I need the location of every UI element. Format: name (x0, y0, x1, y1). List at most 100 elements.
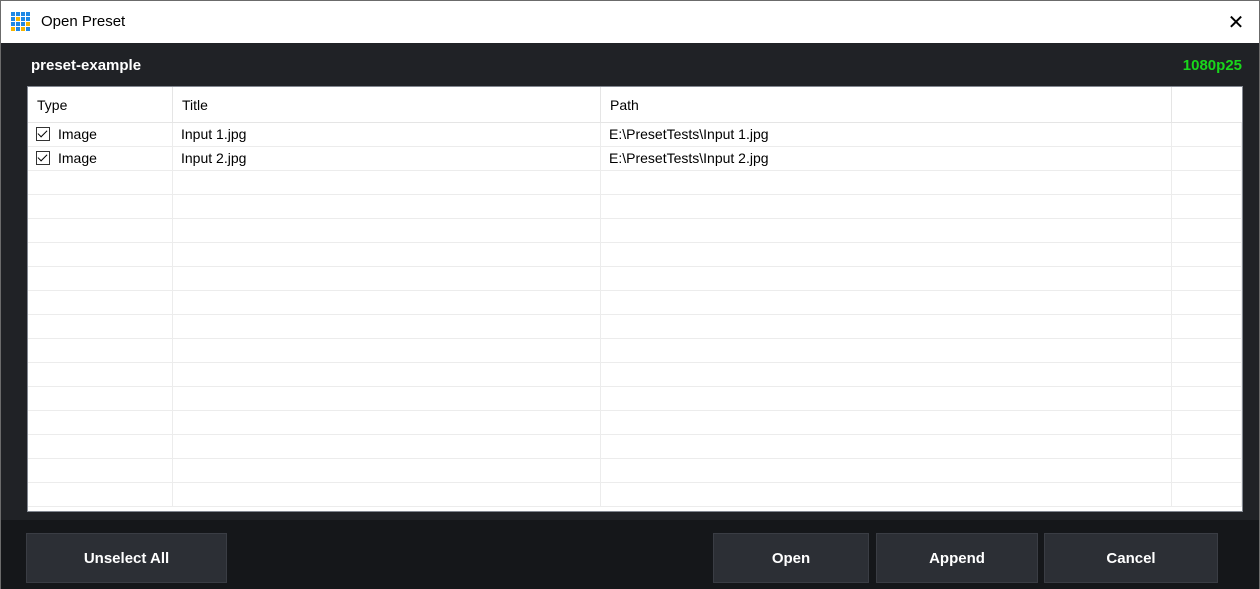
empty-cell (601, 171, 1172, 194)
empty-cell (173, 315, 601, 338)
empty-cell (601, 483, 1172, 506)
empty-row (28, 435, 1242, 459)
empty-row (28, 291, 1242, 315)
column-header-filler (1172, 87, 1242, 122)
empty-cell (28, 459, 173, 482)
empty-cell (601, 363, 1172, 386)
empty-cell (1172, 483, 1242, 506)
type-label: Image (58, 150, 97, 166)
column-header-title[interactable]: Title (173, 87, 601, 122)
table-row[interactable]: Image Input 2.jpg E:\PresetTests\Input 2… (28, 147, 1242, 171)
empty-cell (601, 315, 1172, 338)
empty-cell (601, 195, 1172, 218)
empty-cell (28, 315, 173, 338)
empty-cell (28, 411, 173, 434)
empty-cell (173, 411, 601, 434)
empty-cell (28, 219, 173, 242)
empty-cell (601, 291, 1172, 314)
empty-cell (1172, 435, 1242, 458)
preset-header (1, 43, 1259, 86)
open-preset-dialog: Open Preset ✕ preset-example 1080p25 Typ… (0, 0, 1260, 589)
empty-cell (173, 483, 601, 506)
type-cell: Image (28, 147, 173, 170)
list-rows: Image Input 1.jpg E:\PresetTests\Input 1… (28, 123, 1242, 507)
empty-row (28, 171, 1242, 195)
empty-cell (1172, 219, 1242, 242)
table-row[interactable]: Image Input 1.jpg E:\PresetTests\Input 1… (28, 123, 1242, 147)
title-cell: Input 2.jpg (173, 147, 601, 170)
empty-row (28, 267, 1242, 291)
title-cell: Input 1.jpg (173, 123, 601, 146)
empty-cell (28, 363, 173, 386)
preset-input-list[interactable]: Type Title Path Image Input 1.jpg E:\Pre… (27, 86, 1243, 512)
empty-cell (1172, 195, 1242, 218)
empty-row (28, 315, 1242, 339)
column-header-type[interactable]: Type (28, 87, 173, 122)
empty-cell (28, 435, 173, 458)
empty-cell (173, 339, 601, 362)
empty-cell (601, 267, 1172, 290)
path-cell: E:\PresetTests\Input 1.jpg (601, 123, 1172, 146)
empty-cell (173, 459, 601, 482)
empty-cell (1172, 363, 1242, 386)
empty-row (28, 483, 1242, 507)
empty-cell (173, 195, 601, 218)
empty-cell (28, 387, 173, 410)
empty-cell (28, 267, 173, 290)
empty-cell (173, 387, 601, 410)
title-bar: Open Preset ✕ (1, 1, 1259, 43)
empty-cell (1172, 411, 1242, 434)
empty-cell (28, 339, 173, 362)
close-icon[interactable]: ✕ (1213, 1, 1259, 43)
empty-row (28, 195, 1242, 219)
list-header: Type Title Path (28, 87, 1242, 123)
empty-cell (601, 459, 1172, 482)
empty-cell (601, 387, 1172, 410)
empty-cell (601, 339, 1172, 362)
empty-row (28, 387, 1242, 411)
row-checkbox[interactable] (36, 151, 50, 165)
empty-cell (1172, 267, 1242, 290)
filler-cell (1172, 123, 1242, 146)
empty-cell (173, 435, 601, 458)
append-button[interactable]: Append (876, 533, 1038, 583)
empty-cell (1172, 171, 1242, 194)
empty-cell (1172, 339, 1242, 362)
empty-cell (1172, 459, 1242, 482)
empty-cell (173, 243, 601, 266)
empty-row (28, 411, 1242, 435)
empty-cell (173, 267, 601, 290)
open-button[interactable]: Open (713, 533, 869, 583)
empty-cell (28, 171, 173, 194)
column-header-path[interactable]: Path (601, 87, 1172, 122)
empty-cell (173, 363, 601, 386)
type-label: Image (58, 126, 97, 142)
empty-cell (28, 195, 173, 218)
vmix-grid-icon (11, 12, 32, 32)
empty-cell (601, 411, 1172, 434)
empty-row (28, 243, 1242, 267)
empty-cell (28, 291, 173, 314)
path-cell: E:\PresetTests\Input 2.jpg (601, 147, 1172, 170)
cancel-button[interactable]: Cancel (1044, 533, 1218, 583)
row-checkbox[interactable] (36, 127, 50, 141)
resolution-label: 1080p25 (1182, 57, 1242, 74)
empty-cell (601, 219, 1172, 242)
empty-row (28, 219, 1242, 243)
empty-cell (28, 483, 173, 506)
empty-cell (173, 291, 601, 314)
empty-cell (1172, 387, 1242, 410)
preset-name: preset-example (31, 57, 142, 74)
empty-cell (173, 219, 601, 242)
empty-cell (28, 243, 173, 266)
type-cell: Image (28, 123, 173, 146)
window-title: Open Preset (41, 13, 126, 30)
empty-cell (1172, 243, 1242, 266)
empty-cell (1172, 291, 1242, 314)
unselect-all-button[interactable]: Unselect All (26, 533, 227, 583)
filler-cell (1172, 147, 1242, 170)
empty-cell (173, 171, 601, 194)
empty-cell (601, 435, 1172, 458)
empty-row (28, 363, 1242, 387)
empty-row (28, 459, 1242, 483)
